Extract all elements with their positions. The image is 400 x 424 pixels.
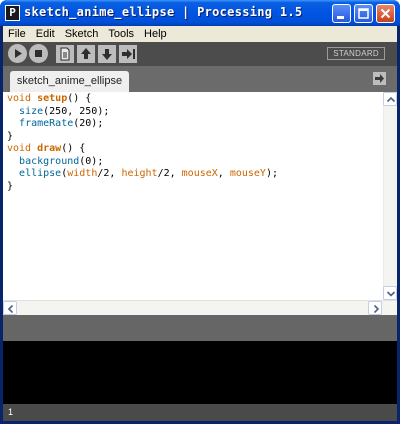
status-bar: 1 — [3, 404, 397, 421]
code-text[interactable]: void setup() { size(250, 250); frameRate… — [7, 93, 278, 193]
code-editor[interactable]: void setup() { size(250, 250); frameRate… — [3, 92, 397, 300]
code-line[interactable]: void setup() { — [7, 93, 278, 106]
play-icon — [15, 49, 22, 58]
code-token: ); — [265, 168, 278, 179]
code-token: mouseY — [229, 168, 266, 179]
console-output[interactable] — [3, 341, 397, 404]
code-token: mouseX — [181, 168, 218, 179]
chevron-left-icon — [7, 304, 14, 314]
export-icon — [122, 49, 135, 59]
code-token: void — [7, 143, 32, 154]
horizontal-scrollbar[interactable] — [3, 300, 397, 315]
minimize-icon — [337, 16, 344, 19]
chevron-down-icon — [386, 291, 396, 297]
code-token: size — [19, 105, 44, 117]
vertical-scrollbar[interactable] — [383, 92, 397, 300]
export-button[interactable] — [119, 45, 137, 63]
open-button[interactable] — [77, 45, 95, 63]
new-file-icon — [60, 47, 70, 61]
code-line[interactable]: } — [7, 131, 278, 144]
code-line[interactable]: frameRate(20); — [7, 118, 278, 131]
code-line[interactable]: void draw() { — [7, 143, 278, 156]
mode-selector[interactable]: STANDARD — [327, 47, 385, 60]
window-title: sketch_anime_ellipse | Processing 1.5 — [24, 5, 303, 19]
code-token: (250, 250); — [43, 105, 110, 117]
stop-icon — [35, 50, 42, 57]
code-token: setup — [37, 93, 68, 104]
title-bar[interactable]: P sketch_anime_ellipse | Processing 1.5 — [0, 0, 400, 26]
tab-bar: sketch_anime_ellipse — [3, 66, 397, 92]
tab-menu-button[interactable] — [373, 72, 386, 85]
menu-edit[interactable]: Edit — [31, 28, 60, 40]
code-token: /2, — [157, 168, 182, 179]
chevron-up-icon — [386, 96, 396, 103]
maximize-button[interactable] — [354, 4, 373, 23]
code-token: void — [7, 93, 32, 104]
tab-sketch-anime-ellipse[interactable]: sketch_anime_ellipse — [10, 71, 129, 92]
code-token: () { — [67, 93, 92, 104]
code-token: frameRate — [19, 118, 74, 129]
new-button[interactable] — [56, 45, 74, 63]
open-icon — [81, 48, 91, 59]
close-icon — [380, 8, 391, 19]
line-number: 1 — [8, 407, 14, 417]
code-token: () { — [61, 143, 86, 154]
arrow-right-icon — [375, 74, 384, 83]
close-button[interactable] — [376, 4, 395, 23]
message-area — [3, 315, 397, 341]
save-icon — [102, 49, 112, 60]
code-line[interactable]: size(250, 250); — [7, 106, 278, 119]
code-token: (0); — [79, 155, 104, 167]
minimize-button[interactable] — [332, 4, 351, 23]
menu-tools[interactable]: Tools — [103, 28, 139, 40]
code-token: draw — [37, 143, 62, 154]
scroll-up-button[interactable] — [383, 92, 397, 106]
processing-window: P sketch_anime_ellipse | Processing 1.5 … — [0, 0, 400, 424]
code-token: height — [121, 168, 158, 179]
code-token: background — [19, 155, 80, 167]
code-token: ellipse — [19, 168, 62, 179]
code-token: } — [7, 180, 14, 192]
menu-sketch[interactable]: Sketch — [60, 28, 104, 40]
stop-button[interactable] — [29, 44, 48, 63]
menu-bar: File Edit Sketch Tools Help — [3, 26, 397, 42]
code-token: width — [67, 168, 98, 179]
menu-help[interactable]: Help — [139, 28, 172, 40]
processing-app-icon: P — [5, 5, 20, 21]
run-button[interactable] — [8, 44, 27, 63]
code-line[interactable]: background(0); — [7, 156, 278, 169]
scroll-left-button[interactable] — [3, 301, 17, 315]
code-token: (20); — [73, 118, 104, 129]
chevron-right-icon — [373, 304, 380, 314]
toolbar: STANDARD — [3, 42, 397, 66]
code-line[interactable]: ellipse(width/2, height/2, mouseX, mouse… — [7, 168, 278, 181]
scroll-right-button[interactable] — [368, 301, 382, 315]
menu-file[interactable]: File — [3, 28, 31, 40]
save-button[interactable] — [98, 45, 116, 63]
code-line[interactable]: } — [7, 181, 278, 194]
code-token: } — [7, 130, 14, 142]
code-token: , — [217, 168, 230, 179]
maximize-icon — [358, 8, 369, 19]
code-token: /2, — [97, 168, 122, 179]
scroll-down-button[interactable] — [383, 286, 397, 300]
